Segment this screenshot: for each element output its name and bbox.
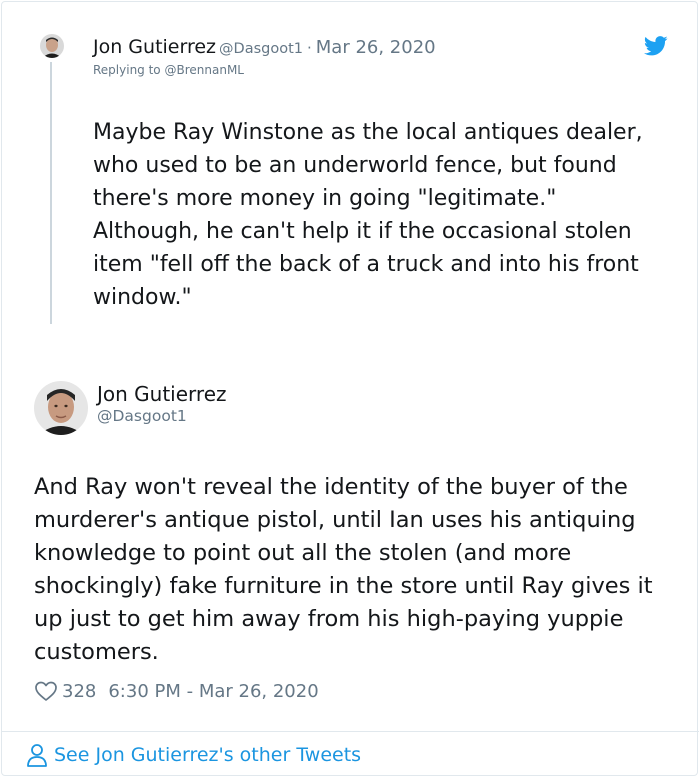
parent-author-handle[interactable]: @Dasgoot1 bbox=[219, 41, 303, 57]
parent-tweet-date[interactable]: Mar 26, 2020 bbox=[316, 37, 436, 58]
parent-author-name[interactable]: Jon Gutierrez bbox=[93, 36, 216, 58]
replying-to-label: Replying to bbox=[93, 63, 161, 77]
parent-avatar[interactable] bbox=[40, 34, 64, 58]
like-count[interactable]: 328 bbox=[62, 681, 96, 702]
see-other-tweets-label[interactable]: See Jon Gutierrez's other Tweets bbox=[54, 744, 361, 766]
author-name[interactable]: Jon Gutierrez bbox=[97, 382, 227, 406]
replying-to-mention[interactable]: @BrennanML bbox=[164, 63, 244, 77]
tweet-meta-row: 328 6:30 PM - Mar 26, 2020 bbox=[34, 680, 319, 702]
tweet-text: And Ray won't reveal the identity of the… bbox=[34, 474, 653, 665]
replying-to-line: Replying to @BrennanML bbox=[93, 63, 244, 77]
tweet-timestamp[interactable]: 6:30 PM - Mar 26, 2020 bbox=[108, 681, 318, 702]
author-avatar[interactable] bbox=[34, 381, 88, 435]
twitter-bird-icon[interactable] bbox=[643, 36, 668, 56]
author-handle[interactable]: @Dasgoot1 bbox=[97, 407, 187, 425]
person-icon bbox=[26, 742, 48, 768]
heart-icon[interactable] bbox=[34, 680, 58, 702]
thread-connector-line bbox=[50, 62, 52, 324]
parent-tweet-text: Maybe Ray Winstone as the local antiques… bbox=[93, 120, 643, 310]
tweet-embed-card: Jon Gutierrez @Dasgoot1 · Mar 26, 2020 Repl… bbox=[1, 1, 699, 776]
header-separator: · bbox=[307, 39, 312, 57]
parent-tweet-header: Jon Gutierrez @Dasgoot1 · Mar 26, 2020 bbox=[93, 36, 436, 58]
footer-divider bbox=[2, 731, 699, 732]
see-other-tweets-link[interactable]: See Jon Gutierrez's other Tweets bbox=[26, 742, 361, 768]
